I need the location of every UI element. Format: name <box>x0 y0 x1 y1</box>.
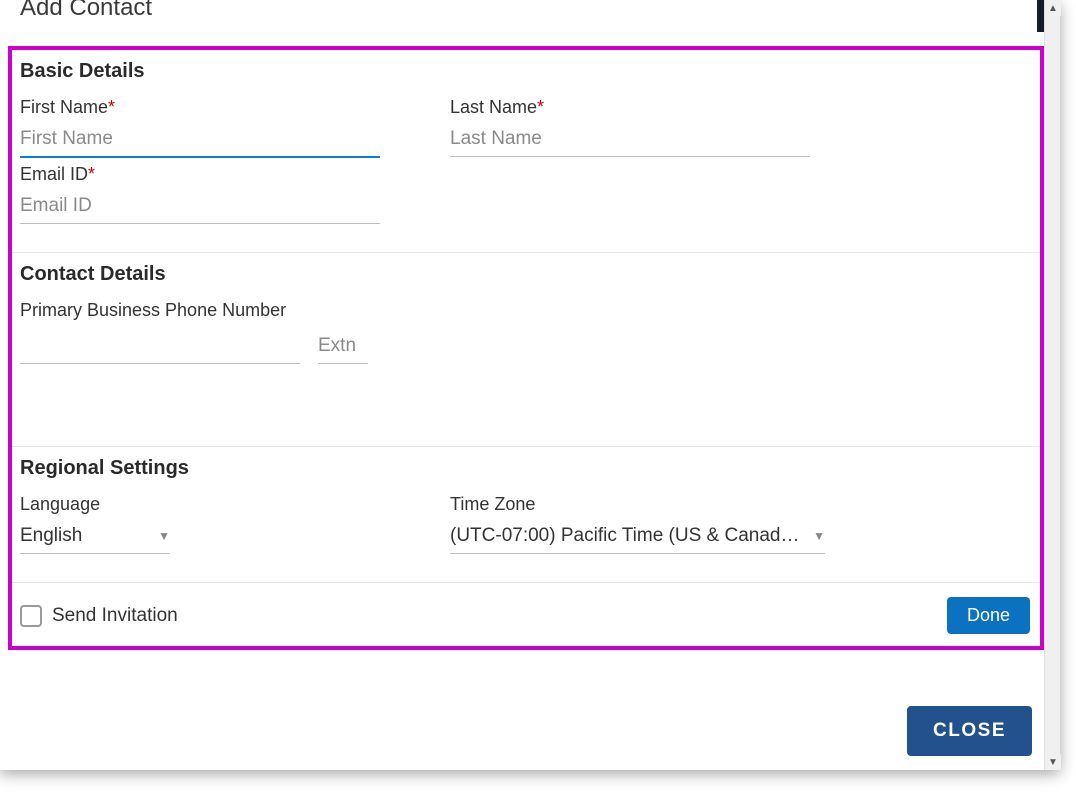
last-name-label-text: Last Name <box>450 97 537 117</box>
last-name-field: Last Name* <box>450 97 810 158</box>
phone-extn-input[interactable] <box>318 331 368 364</box>
add-contact-dialog: ▲ ▼ Add Contact Basic Details First Name… <box>0 0 1060 770</box>
done-button[interactable]: Done <box>947 597 1030 634</box>
first-name-label: First Name* <box>20 97 380 118</box>
contact-details-heading: Contact Details <box>20 263 1032 286</box>
vertical-scrollbar[interactable]: ▲ ▼ <box>1044 0 1060 770</box>
email-label: Email ID* <box>20 164 380 185</box>
regional-settings-section: Regional Settings Language English ▼ Tim… <box>12 447 1040 583</box>
contact-details-section: Contact Details Primary Business Phone N… <box>12 253 1040 447</box>
first-name-input[interactable] <box>20 124 380 158</box>
form-highlight-area: Basic Details First Name* Last Name* <box>8 46 1044 650</box>
required-mark: * <box>88 164 95 184</box>
basic-details-section: Basic Details First Name* Last Name* <box>12 50 1040 253</box>
email-label-text: Email ID <box>20 164 88 184</box>
language-label: Language <box>20 494 170 515</box>
phone-input-group <box>20 331 1032 364</box>
close-button[interactable]: CLOSE <box>907 706 1032 756</box>
timezone-label: Time Zone <box>450 494 825 515</box>
first-name-field: First Name* <box>20 97 380 158</box>
scroll-down-arrow-icon[interactable]: ▼ <box>1045 754 1061 770</box>
dialog-header: Add Contact <box>0 0 1060 24</box>
last-name-input[interactable] <box>450 124 810 157</box>
language-field: Language English ▼ <box>20 494 170 554</box>
spacer <box>20 364 1032 424</box>
email-input[interactable] <box>20 191 380 224</box>
first-name-label-text: First Name <box>20 97 108 117</box>
regional-settings-heading: Regional Settings <box>20 457 1032 480</box>
send-invitation-checkbox[interactable] <box>20 605 42 627</box>
scroll-track[interactable] <box>1045 16 1060 754</box>
chevron-down-icon: ▼ <box>813 529 825 543</box>
basic-details-heading: Basic Details <box>20 60 1032 83</box>
primary-phone-input[interactable] <box>20 331 300 364</box>
email-field: Email ID* <box>20 164 380 224</box>
last-name-label: Last Name* <box>450 97 810 118</box>
primary-phone-label: Primary Business Phone Number <box>20 300 1032 321</box>
scroll-up-arrow-icon[interactable]: ▲ <box>1045 0 1061 16</box>
decorative-edge <box>1037 0 1044 32</box>
required-mark: * <box>537 97 544 117</box>
chevron-down-icon: ▼ <box>158 529 170 543</box>
timezone-value: (UTC-07:00) Pacific Time (US & Canada)..… <box>450 525 803 547</box>
language-select[interactable]: English ▼ <box>20 521 170 554</box>
required-mark: * <box>108 97 115 117</box>
language-value: English <box>20 525 148 547</box>
form-footer: Send Invitation Done <box>12 583 1040 646</box>
timezone-select[interactable]: (UTC-07:00) Pacific Time (US & Canada)..… <box>450 521 825 554</box>
send-invitation-checkbox-wrap: Send Invitation <box>20 605 178 627</box>
dialog-title: Add Contact <box>20 0 1040 22</box>
send-invitation-label: Send Invitation <box>52 605 178 627</box>
timezone-field: Time Zone (UTC-07:00) Pacific Time (US &… <box>450 494 825 554</box>
